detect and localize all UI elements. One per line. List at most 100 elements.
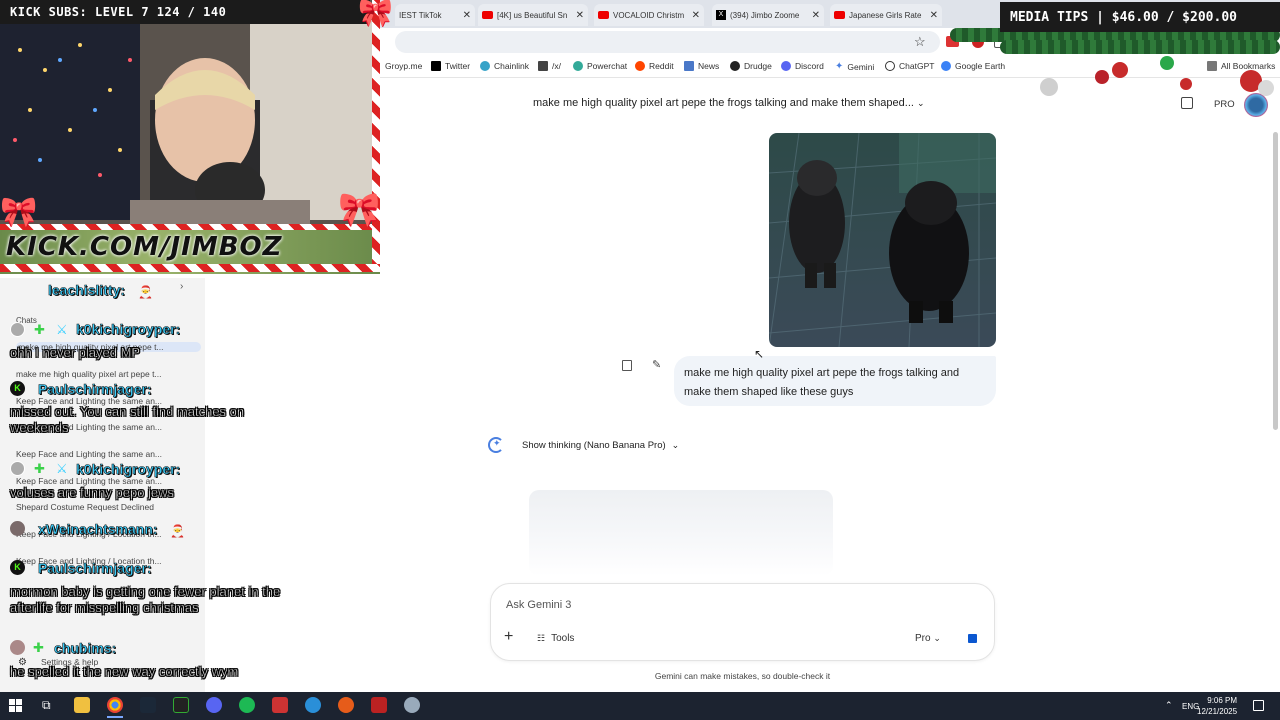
prompt-input-box[interactable] [490,583,995,661]
chatgpt-icon [885,61,895,71]
bookmark-item[interactable]: Google Earth [941,61,1005,71]
bookmark-item[interactable]: Chainlink [480,61,529,71]
tools-icon: ☷ [537,633,546,643]
x-icon: X [716,10,726,20]
tools-button[interactable]: ☷ Tools [537,633,574,644]
bookmark-item[interactable]: Reddit [635,61,674,71]
drudge-icon [730,61,740,71]
file-explorer-icon[interactable] [74,697,90,713]
add-icon[interactable]: + [504,628,513,646]
task-view-icon[interactable]: ⧉ [42,698,51,713]
model-selector[interactable]: Pro ⌄ [915,633,941,644]
ornament [1040,78,1058,96]
sidebar-item[interactable]: make me high quality pixel art pepe t... [16,369,201,379]
close-tab-icon[interactable]: ✕ [463,10,471,21]
show-thinking-button[interactable]: ✦ Show thinking (Nano Banana Pro) ⌄ [488,437,679,453]
windows-start-icon[interactable] [9,699,22,712]
all-bookmarks-button[interactable]: All Bookmarks [1207,61,1275,71]
app-icon[interactable] [338,697,354,713]
bookmark-item[interactable]: News [684,61,719,71]
spotify-icon[interactable] [239,697,255,713]
ornament [1180,78,1192,90]
close-tab-icon[interactable]: ✕ [812,10,820,21]
discord-icon[interactable] [206,697,222,713]
bookmark-item[interactable]: Twitter [431,61,470,71]
active-app-indicator [107,716,123,718]
bow-icon: 🎀 [358,0,393,28]
ornament [1258,80,1274,96]
response-loading-placeholder [529,490,833,576]
pro-badge: PRO [1214,99,1235,110]
chat-username: Paulschirmjager: [38,381,152,398]
chat-message: he spelled it the new way correctly wym [10,664,239,679]
chat-message: mormon baby is getting one fewer planet … [10,584,281,615]
chat-message: voluses are funny pepo jews [10,485,175,500]
close-tab-icon[interactable]: ✕ [930,10,938,21]
bookmark-item[interactable]: Powerchat [573,61,627,71]
avatar [10,461,25,476]
bookmark-item[interactable]: ChatGPT [885,61,934,71]
ornament [1160,56,1174,70]
bookmark-item[interactable]: /x/ [538,61,561,71]
uploaded-image[interactable] [769,133,996,347]
youtube-icon [834,11,845,19]
powerchat-icon [573,61,583,71]
scrollbar[interactable] [1273,132,1278,430]
chat-username: chubims: [54,640,117,657]
avatar [10,521,25,536]
temporary-chat-icon[interactable] [1181,97,1193,109]
close-tab-icon[interactable]: ✕ [692,10,700,21]
conversation-title[interactable]: make me high quality pixel art pepe the … [533,97,925,109]
browser-tab[interactable]: IEST TikTok ✕ [395,4,475,26]
avatar [10,322,25,337]
stop-button[interactable] [968,634,977,643]
browser-tab[interactable]: Japanese Girls Rate ✕ [830,4,942,26]
grid-icon [538,61,548,71]
copy-icon[interactable] [622,360,632,371]
telegram-icon[interactable] [305,697,321,713]
edit-icon[interactable]: ✎ [652,358,661,371]
bookmark-item[interactable]: Drudge [730,61,772,71]
browser-tab[interactable]: X (394) Jimbo Zoome ✕ [712,4,824,26]
url-input[interactable] [395,31,940,53]
chat-username: Paulschirmjager: [38,560,152,577]
steam-icon[interactable] [140,697,156,713]
user-message: make me high quality pixel art pepe the … [674,356,996,406]
sword-icon: ⚔ [56,322,68,337]
ornament [1095,70,1109,84]
terminal-icon[interactable] [173,697,189,713]
browser-tab[interactable]: VOCALOID Christm ✕ [594,4,704,26]
ornament [1112,62,1128,78]
star-icon[interactable]: ☆ [914,34,926,50]
app-icon[interactable] [371,697,387,713]
bow-icon: 🎀 [0,196,38,229]
chevron-right-icon[interactable]: › [180,281,183,292]
chat-message: ohh I never played MP [10,345,141,360]
bookmark-item[interactable]: ✦ Gemini [835,61,874,72]
sword-icon: ⚔ [56,461,68,476]
bookmark-item[interactable]: Discord [781,61,824,71]
kick-icon: K [10,560,25,575]
x-icon [431,61,441,71]
chat-message: missed out. You can still find matches o… [10,404,245,435]
chat-username: xWeinachtsmann: [38,521,158,538]
notification-icon[interactable] [1253,700,1264,711]
app-icon[interactable] [404,697,420,713]
system-clock[interactable]: 9:06 PM 12/21/2025 [1197,695,1237,717]
sidebar-item[interactable]: Keep Face and Lighting the same an... [16,449,201,459]
chat-username: k0kichigroyper: [76,321,181,338]
kick-icon: K [10,381,25,396]
avatar[interactable] [1244,93,1268,117]
sub-badge-icon: ✚ [34,461,45,476]
browser-tab[interactable]: [4K] us Beautiful Sn ✕ [478,4,588,26]
media-tips-goal: MEDIA TIPS | $46.00 / $200.00 [1000,2,1280,32]
bookmark-item[interactable]: Groyp.me [385,61,422,71]
chevron-up-icon[interactable]: ⌃ [1165,700,1173,711]
sidebar-item[interactable]: Shepard Costume Request Declined [16,502,201,512]
app-icon[interactable] [272,697,288,713]
discord-icon [781,61,791,71]
chrome-icon[interactable] [107,697,123,713]
prompt-input[interactable]: Ask Gemini 3 [506,599,571,611]
close-tab-icon[interactable]: ✕ [576,10,584,21]
chevron-down-icon: ⌄ [933,633,941,643]
